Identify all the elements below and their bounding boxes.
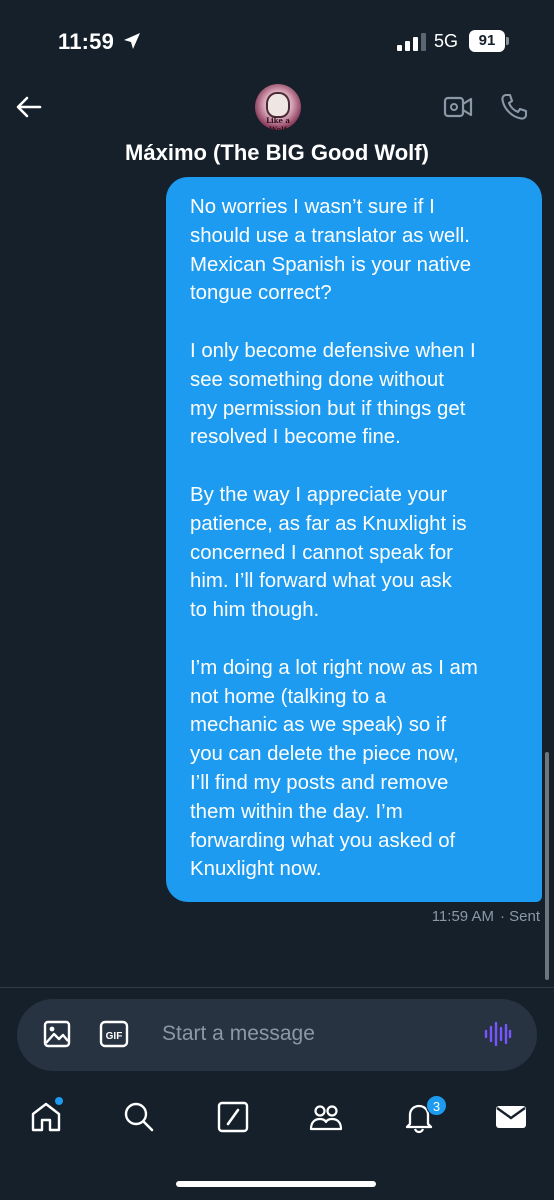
voice-wave-icon[interactable]: [484, 1021, 512, 1047]
message-paragraph: By the way I appreciate your patience, a…: [190, 483, 467, 622]
message-status: · Sent: [499, 908, 540, 925]
scrollbar[interactable]: [545, 752, 549, 980]
network-type: 5G: [434, 31, 459, 51]
battery-icon: 91: [469, 30, 505, 52]
envelope-icon[interactable]: [494, 1100, 528, 1134]
message-meta: 11:59 AM · Sent: [432, 908, 540, 925]
message-paragraph: I’m doing a lot right now as I am not ho…: [190, 656, 478, 881]
contact-name[interactable]: Máximo (The BIG Good Wolf): [0, 140, 554, 166]
home-icon[interactable]: [29, 1100, 63, 1134]
home-indicator[interactable]: [176, 1181, 376, 1187]
phone-icon[interactable]: [499, 92, 529, 122]
gif-label: GIF: [106, 1031, 123, 1042]
signal-icon: [397, 33, 426, 51]
people-icon[interactable]: [309, 1100, 343, 1134]
home-notification-dot: [55, 1097, 63, 1105]
status-time: 11:59: [58, 29, 115, 54]
message-bubble-sent[interactable]: No worries I wasn’t sure if I should use…: [166, 177, 542, 902]
battery-nub: [506, 37, 509, 45]
notification-badge: 3: [426, 1095, 447, 1116]
video-call-icon[interactable]: [443, 93, 473, 121]
search-icon[interactable]: [122, 1100, 156, 1134]
back-arrow-icon[interactable]: [14, 92, 44, 122]
message-paragraph: No worries I wasn’t sure if I should use…: [190, 196, 472, 305]
message-input[interactable]: [162, 1018, 462, 1050]
compose-icon[interactable]: [216, 1100, 250, 1134]
message-time: 11:59 AM: [431, 908, 494, 925]
message-paragraph: I only become defensive when I see somet…: [190, 339, 476, 449]
divider: [0, 987, 554, 988]
gif-icon[interactable]: GIF: [99, 1020, 129, 1048]
image-icon[interactable]: [43, 1020, 71, 1048]
status-bar: 11:59 5G 91: [0, 0, 554, 80]
location-arrow-icon: [124, 33, 140, 49]
contact-avatar[interactable]: Like a Wolf: [255, 84, 301, 130]
avatar-logo-text: Like a Wolf: [266, 116, 290, 130]
avatar-wolf-figure: [266, 92, 290, 118]
